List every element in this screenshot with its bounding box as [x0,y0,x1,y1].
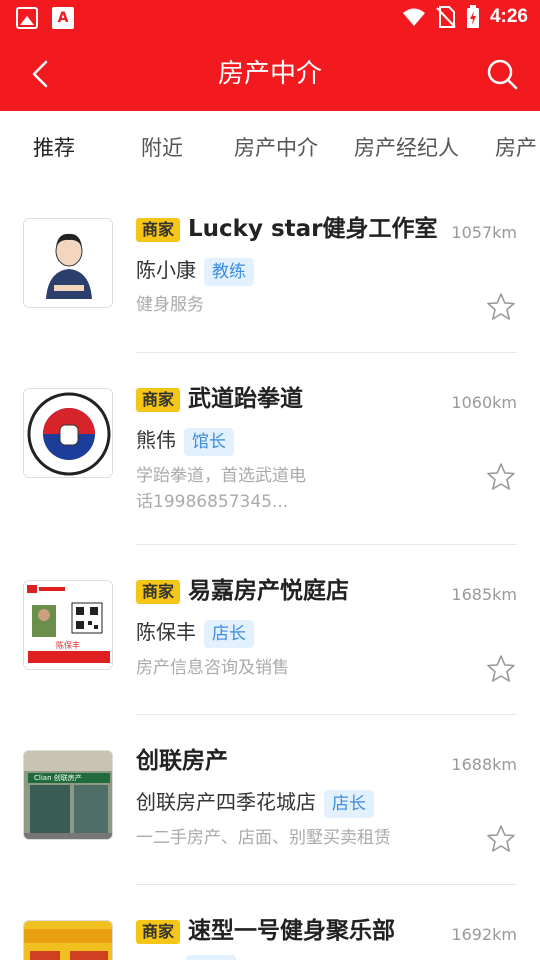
role-badge: 馆长 [184,427,234,456]
merchant-name-line: 商家 武道跆拳道 [136,384,303,414]
card-name: 陈保丰 [56,641,80,650]
avatar-cartoon-icon [23,218,113,308]
description: 一二手房产、店面、别墅买卖租赁 [136,828,391,848]
category-tabs: 推荐 附近 房产中介 房产经纪人 房产 [0,111,540,183]
merchant-name: 创联房产 [136,748,228,774]
description: 健身服务 [136,295,204,315]
person-line: 创联房产四季花城店 店长 [136,787,374,818]
tab-real-estate-agency[interactable]: 房产中介 [234,133,318,163]
person-name: 创联房产四季花城店 [136,790,316,814]
wifi-icon [402,8,425,26]
list-item[interactable]: Clian 创联房产 创联房产 1688km 创联房产四季花城店 店长 一二手房产… [0,715,540,885]
person-line: 陈保丰 店长 [136,617,254,648]
role-badge: 教练 [204,257,254,286]
merchant-name: 易嘉房产悦庭店 [188,578,350,604]
tab-recommend[interactable]: 推荐 [33,133,75,163]
app-bar: 房产中介 [0,36,540,111]
business-card-image: 陈保丰 [23,580,113,670]
role-badge: 店长 [204,619,254,648]
no-sim-icon [436,6,456,28]
merchant-name: 武道跆拳道 [188,386,304,412]
person-name: 陈小康 [136,258,196,282]
favorite-star-icon[interactable] [486,824,516,854]
gallery-icon [16,7,38,29]
list-item[interactable]: 商家 武道跆拳道 1060km 熊伟 馆长 学跆拳道，首选武道电话199868573… [0,353,540,545]
description: 学跆拳道，首选武道电话19986857345... [136,466,306,512]
battery-charging-icon [466,5,479,28]
role-badge [186,955,236,960]
list-item[interactable]: 商家 Lucky star健身工作室 1057km 陈小康 教练 健身服务 [0,188,540,353]
merchant-name-line: 商家 速型一号健身聚乐部 [136,916,395,946]
list-item[interactable]: 商家 速型一号健身聚乐部 1692km [0,885,540,960]
description: 房产信息咨询及销售 [136,658,289,678]
merchant-tag: 商家 [136,579,181,604]
distance: 1060km [451,393,517,412]
role-badge: 店长 [324,789,374,818]
merchant-name-line: 商家 易嘉房产悦庭店 [136,576,349,606]
list-item[interactable]: 陈保丰 商家 易嘉房产悦庭店 1685km 陈保丰 店长 房产信息咨询及销售 [0,545,540,715]
storefront-photo: Clian 创联房产 [23,750,113,840]
search-icon[interactable] [484,56,520,92]
merchant-name: 速型一号健身聚乐部 [188,918,396,944]
merchant-name: Lucky star健身工作室 [188,216,438,242]
person-line: 熊伟 馆长 [136,425,234,456]
gym-banner-image [23,920,113,960]
tab-real-estate-more[interactable]: 房产 [495,133,537,163]
merchant-tag: 商家 [136,919,181,944]
merchant-tag: 商家 [136,217,181,242]
taekwondo-logo [23,388,113,478]
distance: 1688km [451,755,517,774]
status-time: 4:26 [489,6,528,27]
store-sign: Clian 创联房产 [34,774,82,782]
distance: 1692km [451,925,517,944]
app-notification-icon: A [52,7,74,29]
favorite-star-icon[interactable] [486,462,516,492]
status-bar: A 4:26 [0,0,540,36]
page-title: 房产中介 [217,59,322,89]
distance: 1057km [451,223,517,242]
tab-real-estate-broker[interactable]: 房产经纪人 [354,133,459,163]
favorite-star-icon[interactable] [486,654,516,684]
tab-nearby[interactable]: 附近 [141,133,183,163]
person-name: 陈保丰 [136,620,196,644]
favorite-star-icon[interactable] [486,292,516,322]
distance: 1685km [451,585,517,604]
person-line: 陈小康 教练 [136,255,254,286]
merchant-tag: 商家 [136,387,181,412]
person-name: 熊伟 [136,428,176,452]
merchant-name-line: 商家 Lucky star健身工作室 [136,214,438,244]
